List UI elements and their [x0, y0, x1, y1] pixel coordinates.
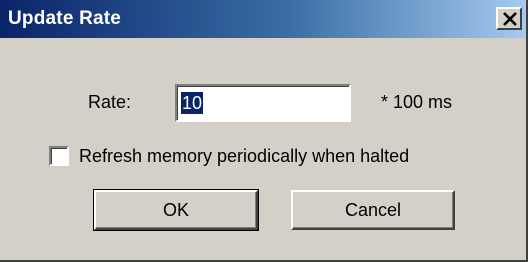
rate-input[interactable]: 10	[175, 84, 351, 122]
window-title: Update Rate	[8, 8, 122, 29]
close-icon	[503, 12, 517, 26]
rate-unit-label: * 100 ms	[381, 92, 453, 112]
close-button[interactable]	[496, 7, 522, 30]
cancel-button[interactable]: Cancel	[291, 190, 455, 230]
update-rate-dialog: Update Rate Rate: 10 * 100 ms Refresh me…	[0, 0, 528, 262]
ok-button[interactable]: OK	[93, 189, 259, 231]
rate-value: 10	[181, 92, 204, 114]
refresh-memory-label[interactable]: Refresh memory periodically when halted	[79, 146, 409, 167]
rate-label: Rate:	[88, 92, 132, 112]
title-bar[interactable]: Update Rate	[0, 0, 526, 38]
refresh-memory-checkbox[interactable]	[49, 146, 69, 166]
